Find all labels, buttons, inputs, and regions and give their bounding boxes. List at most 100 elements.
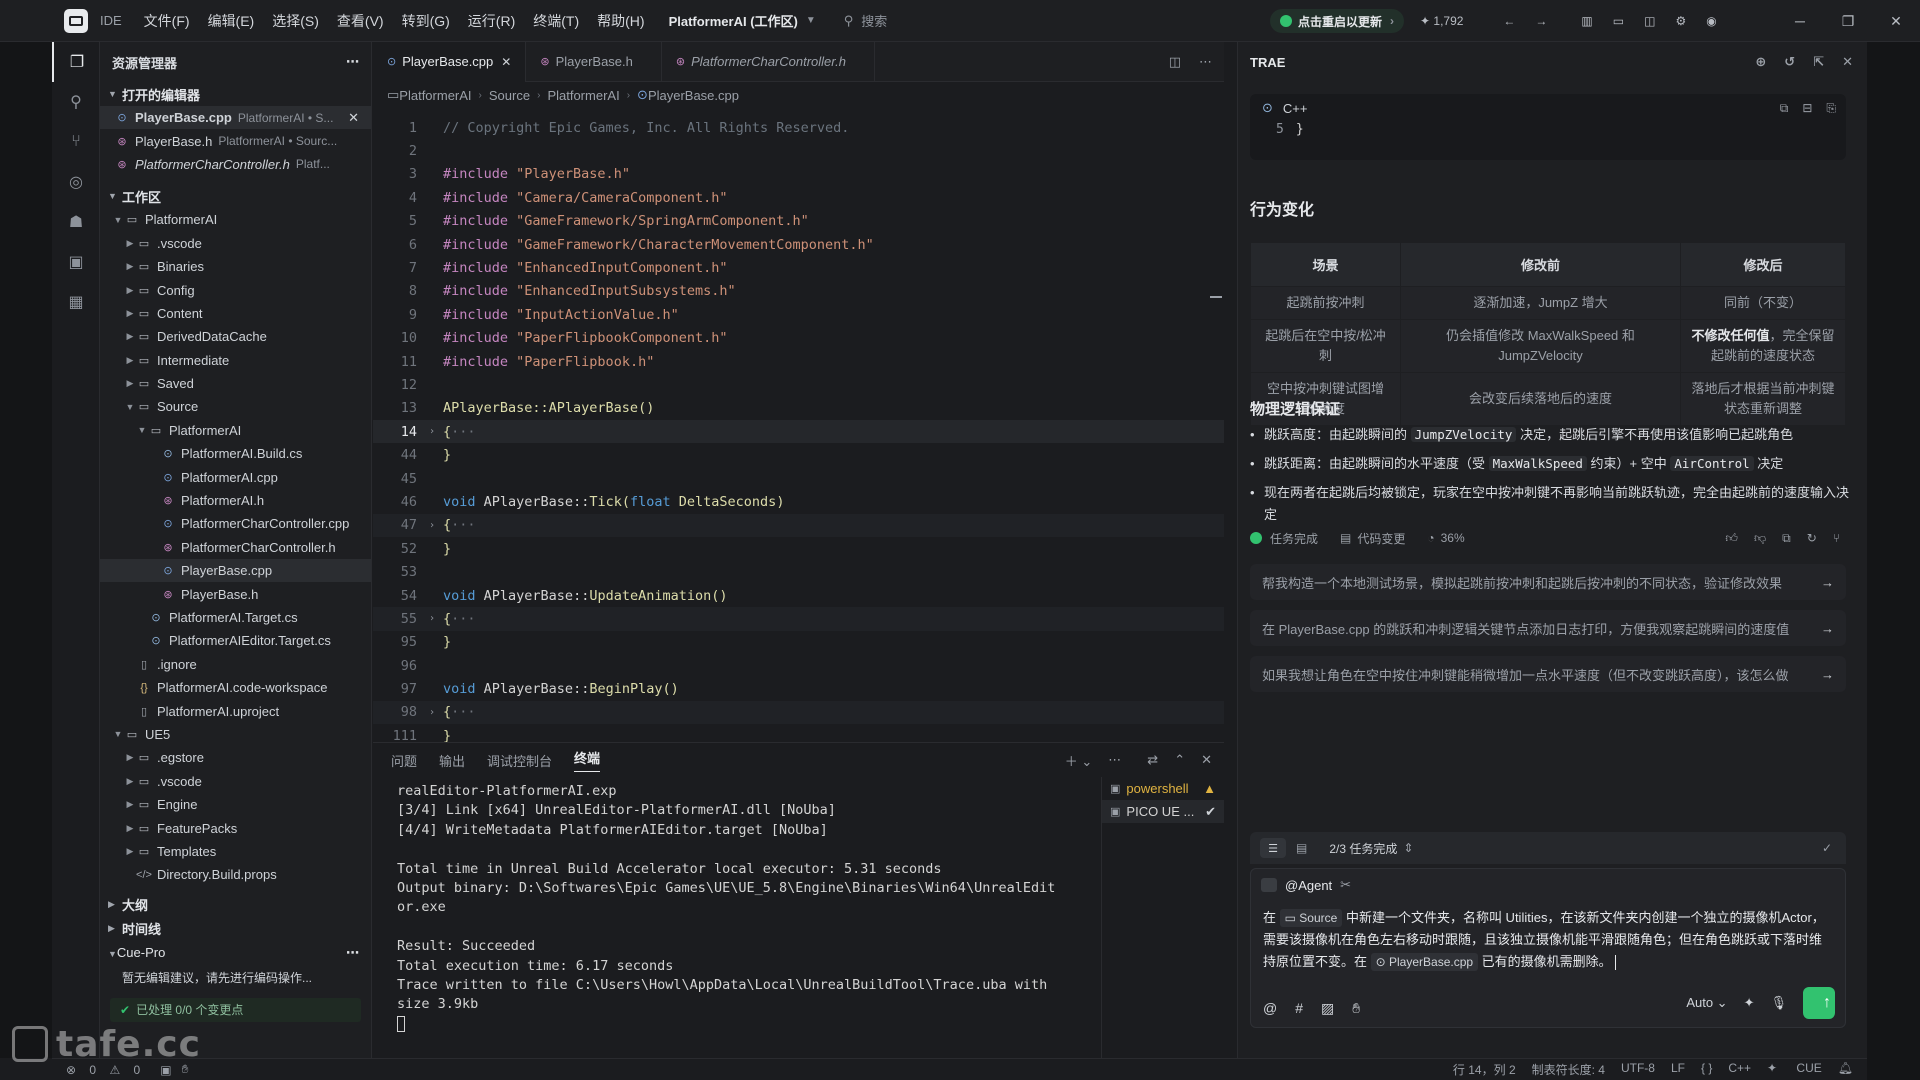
code-line[interactable]: 7 #include "EnhancedInputComponent.h" — [373, 256, 1224, 279]
tree-item[interactable]: ▶ ▭ Templates — [100, 840, 371, 863]
mention-icon[interactable]: @ — [1263, 1000, 1277, 1017]
tree-item[interactable]: ⊙ PlatformerCharController.cpp — [100, 512, 371, 535]
editor-tab[interactable]: ⊙ PlayerBase.cpp ✕ — [373, 41, 527, 82]
code-line[interactable]: 95} — [373, 631, 1224, 654]
code-line[interactable]: 98 › {··· — [373, 700, 1224, 725]
doc-icon[interactable]: ▤ — [1296, 841, 1307, 855]
send-button[interactable]: ↑ — [1803, 987, 1835, 1019]
workspace-header[interactable]: ▼ 工作区 — [100, 184, 371, 208]
insert-icon[interactable]: ⊟ — [1802, 101, 1812, 115]
restore-icon[interactable]: ❐ — [1824, 13, 1872, 30]
timeline-header[interactable]: ▶ 时间线 — [100, 917, 371, 941]
tree-item[interactable]: ▶ ▭ DerivedDataCache — [100, 325, 371, 348]
agent-label[interactable]: @Agent — [1285, 878, 1332, 893]
editor-tab[interactable]: ⊛ PlayerBase.h — [526, 41, 662, 82]
list-icon[interactable]: ☰ — [1260, 838, 1286, 858]
mode-select[interactable]: Auto ⌄ — [1670, 995, 1727, 1011]
code-line[interactable]: 55 › {··· — [373, 607, 1224, 631]
history-icon[interactable]: ↺ — [1784, 54, 1795, 70]
tree-item[interactable]: ▶ ▭ Engine — [100, 793, 371, 816]
source-control-icon[interactable]: ⑂ — [52, 122, 100, 162]
tree-item[interactable]: ▶ ▭ Intermediate — [100, 349, 371, 372]
code-line[interactable]: 9 #include "InputActionValue.h" — [373, 303, 1224, 326]
maximize-panel-icon[interactable]: ⌃ — [1174, 752, 1185, 768]
tree-item[interactable]: ▯ .ignore — [100, 653, 371, 676]
open-editors-header[interactable]: ▼ 打开的编辑器 — [100, 82, 371, 106]
terminal-instance[interactable]: ▣ PICO UE ... ✔ — [1102, 800, 1224, 823]
menu-item[interactable]: 终端(T) — [533, 11, 579, 31]
terminal-instance[interactable]: ▣ powershell ▲ — [1102, 777, 1224, 800]
code-changes-label[interactable]: 代码变更 — [1357, 530, 1405, 547]
more-icon[interactable]: ⋯ — [346, 54, 359, 70]
gear-icon[interactable]: ⚙ — [1675, 14, 1686, 28]
breadcrumb-item[interactable]: Source — [489, 88, 530, 103]
tree-item[interactable]: {} PlatformerAI.code-workspace — [100, 676, 371, 699]
code-view[interactable]: 1 // Copyright Epic Games, Inc. All Right… — [373, 116, 1224, 742]
tree-item[interactable]: ⊙ PlatformerAI.cpp — [100, 465, 371, 488]
suggestion-item[interactable]: 如果我想让角色在空中按住冲刺键能稍微增加一点水平速度（但不改变跳跃高度），该怎么… — [1250, 656, 1846, 692]
tools-icon[interactable]: ✂ — [1340, 877, 1351, 893]
more-icon[interactable]: ⋯ — [346, 945, 359, 961]
fold-chevron-icon[interactable]: › — [421, 707, 443, 718]
cursor-position[interactable]: 行 14，列 2 — [1453, 1061, 1516, 1078]
tree-item[interactable]: </> Directory.Build.props — [100, 863, 371, 886]
outline-header[interactable]: ▶ 大纲 — [100, 893, 371, 917]
tree-item[interactable]: ▶ ▭ .egstore — [100, 746, 371, 769]
popout-icon[interactable]: ⇱ — [1813, 54, 1824, 70]
thumbs-up-icon[interactable]: 👍︎ — [1725, 531, 1738, 546]
suggestion-item[interactable]: 在 PlayerBase.cpp 的跳跃和冲刺逻辑关键节点添加日志打印，方便我观… — [1250, 610, 1846, 646]
tasks-bar[interactable]: ☰ ▤ 2/3 任务完成 ⇕ ✓ — [1250, 832, 1846, 864]
breadcrumb-item[interactable]: PlatformerAI — [399, 88, 471, 103]
cue-indicator[interactable]: ✦ CUE — [1767, 1061, 1822, 1078]
copy-icon[interactable]: ⧉ — [1780, 101, 1789, 116]
code-line[interactable]: 44} — [373, 443, 1224, 466]
tree-item[interactable]: ▼ ▭ PlatformerAI — [100, 208, 371, 231]
explorer-icon[interactable]: ❐ — [52, 42, 100, 82]
search-box[interactable]: ⚲ 搜索 — [844, 11, 888, 30]
check-icon[interactable]: ✓ — [1822, 841, 1832, 855]
menu-item[interactable]: 查看(V) — [337, 11, 384, 31]
language-mode[interactable]: C++ — [1728, 1061, 1751, 1078]
tree-item[interactable]: ⊙ PlatformerAI.Target.cs — [100, 606, 371, 629]
tab-size[interactable]: 制表符长度: 4 — [1532, 1061, 1605, 1078]
hand-icon[interactable]: ✋︎ — [1352, 1000, 1360, 1017]
code-line[interactable]: 13 APlayerBase::APlayerBase() — [373, 397, 1224, 420]
forward-arrow-icon[interactable]: → — [1535, 14, 1547, 28]
new-terminal-icon[interactable]: ＋ ⌄ — [1065, 751, 1093, 770]
prompt-text[interactable]: 在 ▭ Source 中新建一个文件夹，名称叫 Utilities，在该新文件夹… — [1251, 901, 1845, 979]
code-line[interactable]: 46 void APlayerBase::Tick(float DeltaSeco… — [373, 490, 1224, 513]
code-line[interactable]: 5 #include "GameFramework/SpringArmCompon… — [373, 210, 1224, 233]
menu-item[interactable]: 选择(S) — [272, 11, 319, 31]
editor-tab[interactable]: ⊛ PlatformerCharController.h — [662, 41, 875, 82]
update-button[interactable]: 点击重启以更新 › — [1270, 9, 1405, 33]
terminal-output[interactable]: realEditor-PlatformerAI.exp [3/4] Link [x… — [397, 783, 1087, 1053]
code-line[interactable]: 53 — [373, 560, 1224, 583]
code-line[interactable]: 96 — [373, 654, 1224, 677]
account-icon[interactable]: ◉ — [1706, 14, 1716, 28]
bell-icon[interactable]: 🔔︎ — [1838, 1061, 1853, 1078]
menu-item[interactable]: 帮助(H) — [597, 11, 644, 31]
encoding[interactable]: UTF-8 — [1621, 1061, 1655, 1078]
fold-chevron-icon[interactable]: › — [421, 426, 443, 437]
open-editor-item[interactable]: ⊙ PlayerBase.cpp PlatformerAI • S... ✕ — [100, 106, 371, 130]
retry-icon[interactable]: ↻ — [1807, 531, 1817, 546]
folder-chip[interactable]: ▭ Source — [1279, 909, 1343, 927]
sparkle-count[interactable]: ✦ 1,792 — [1420, 14, 1483, 28]
code-line[interactable]: 1 // Copyright Epic Games, Inc. All Right… — [373, 116, 1224, 139]
tree-item[interactable]: ▶ ▭ .vscode — [100, 770, 371, 793]
chevron-down-icon[interactable]: ▼ — [806, 15, 816, 26]
cue-header[interactable]: ▼Cue-Pro ⋯ — [100, 941, 371, 965]
file-chip[interactable]: ⊙ PlayerBase.cpp — [1370, 953, 1479, 971]
apply-icon[interactable]: ⎘ — [1826, 101, 1836, 116]
tree-item[interactable]: ⊛ PlatformerCharController.h — [100, 536, 371, 559]
tree-item[interactable]: ▼ ▭ UE5 — [100, 723, 371, 746]
code-line[interactable]: 12 — [373, 373, 1224, 396]
breadcrumb-item[interactable]: PlayerBase.cpp — [648, 88, 739, 103]
close-icon[interactable]: ✕ — [1842, 54, 1853, 70]
breadcrumb-item[interactable]: PlatformerAI — [547, 88, 619, 103]
menu-item[interactable]: 编辑(E) — [208, 11, 255, 31]
search-icon[interactable]: ⚲ — [52, 82, 100, 122]
layout-icon[interactable]: ⇄ — [1147, 752, 1158, 768]
braces-icon[interactable]: { } — [1701, 1061, 1712, 1078]
toggle-right-panel-icon[interactable]: ◫ — [1644, 14, 1655, 28]
